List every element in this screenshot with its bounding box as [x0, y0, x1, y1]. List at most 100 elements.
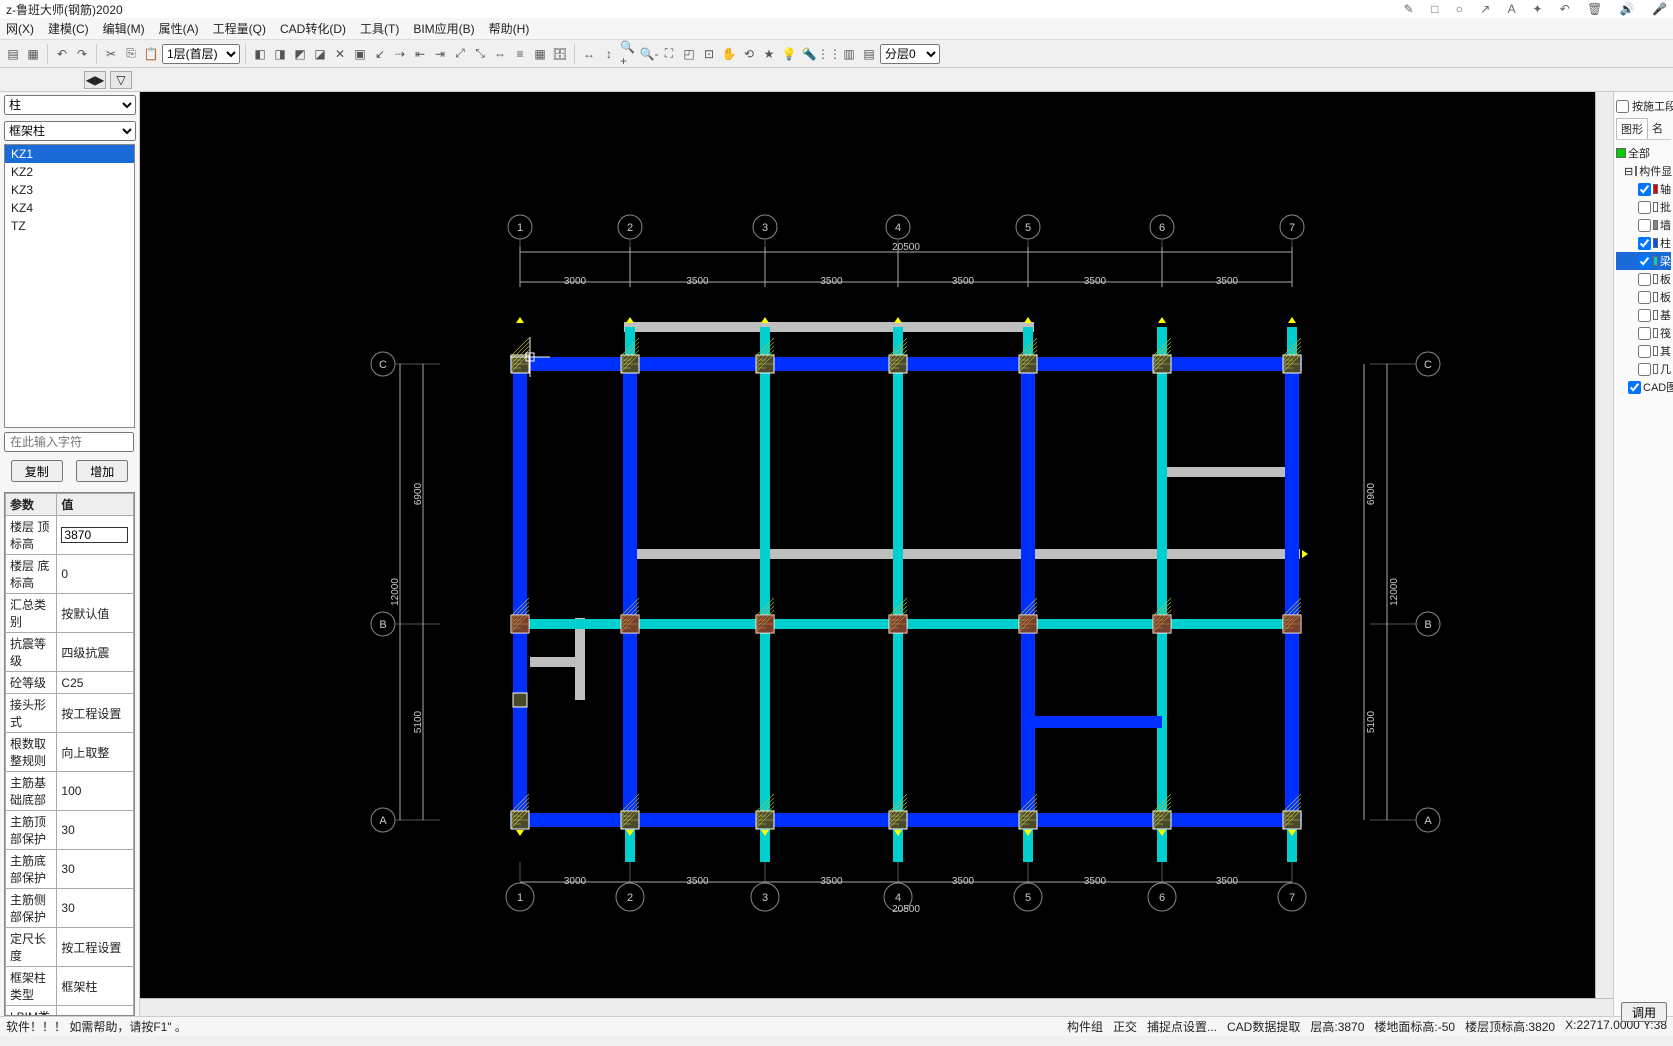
t-c6[interactable]: ▥: [840, 45, 858, 63]
t-a6[interactable]: ▣: [351, 45, 369, 63]
tab-graphic[interactable]: 图形: [1616, 118, 1648, 139]
list-item[interactable]: TZ: [5, 217, 134, 235]
t-c1[interactable]: ⟲: [740, 45, 758, 63]
undo-icon[interactable]: ↶: [1560, 2, 1570, 16]
component-list[interactable]: KZ1KZ2KZ3KZ4TZ: [4, 144, 135, 428]
t-a4[interactable]: ◪: [311, 45, 329, 63]
layer-checkbox[interactable]: [1638, 273, 1651, 286]
layer-label[interactable]: 梁: [1660, 253, 1671, 269]
layer-checkbox[interactable]: [1638, 183, 1651, 196]
prop-value[interactable]: 向上取整: [57, 733, 134, 772]
prop-value[interactable]: C25: [57, 672, 134, 694]
tool-3[interactable]: ↶: [53, 45, 71, 63]
t-zoom-ext[interactable]: ⊡: [700, 45, 718, 63]
t-a13[interactable]: ⇔: [491, 45, 509, 63]
prop-value[interactable]: 30: [57, 811, 134, 850]
layer-label[interactable]: 墙: [1660, 217, 1671, 233]
layer-label[interactable]: 板: [1660, 271, 1671, 287]
tool-2[interactable]: ▦: [24, 45, 42, 63]
t-zoom-out[interactable]: 🔍-: [640, 45, 658, 63]
arrow-icon[interactable]: ↗: [1480, 2, 1490, 16]
drawing-canvas[interactable]: 11223344556677AABBCC20500300035003500350…: [140, 92, 1613, 1016]
menu-item[interactable]: 属性(A): [159, 20, 199, 37]
t-a8[interactable]: ⇢: [391, 45, 409, 63]
stage-checkbox[interactable]: [1616, 100, 1629, 113]
filter-input[interactable]: [4, 432, 134, 452]
tool-4[interactable]: ↷: [73, 45, 91, 63]
tree-root[interactable]: 全部: [1628, 145, 1650, 161]
layer-checkbox[interactable]: [1638, 237, 1651, 250]
list-item[interactable]: KZ3: [5, 181, 134, 199]
t-c4[interactable]: 🔦: [800, 45, 818, 63]
prop-value[interactable]: 按工程设置: [57, 928, 134, 967]
text-icon[interactable]: A: [1508, 2, 1515, 16]
layer-checkbox[interactable]: [1638, 201, 1651, 214]
layer-label[interactable]: 几: [1660, 361, 1671, 377]
prop-value[interactable]: 30: [57, 889, 134, 928]
sound-icon[interactable]: 🔊: [1620, 2, 1635, 16]
t-a16[interactable]: 🗄: [551, 45, 569, 63]
tool-cut[interactable]: ✂: [102, 45, 120, 63]
property-grid[interactable]: 参数值 楼层 顶标高楼层 底标高0汇总类别按默认值抗震等级四级抗震砼等级C25接…: [4, 492, 135, 1016]
layer-label[interactable]: 轴: [1660, 181, 1671, 197]
menu-item[interactable]: CAD转化(D): [280, 20, 346, 37]
t-a9[interactable]: ⇤: [411, 45, 429, 63]
prop-value[interactable]: 按工程设置: [57, 694, 134, 733]
horizontal-scrollbar[interactable]: [140, 998, 1613, 1016]
status-cell[interactable]: CAD数据提取: [1227, 1018, 1300, 1035]
t-a7[interactable]: ↙: [371, 45, 389, 63]
layer-checkbox[interactable]: [1638, 327, 1651, 340]
t-c5[interactable]: ⋮⋮: [820, 45, 838, 63]
menu-item[interactable]: 帮助(H): [489, 20, 530, 37]
t-a14[interactable]: ≡: [511, 45, 529, 63]
list-item[interactable]: KZ2: [5, 163, 134, 181]
tool-1[interactable]: ▤: [4, 45, 22, 63]
prop-value[interactable]: 框架柱: [57, 967, 134, 1006]
t-zoom-win[interactable]: ◰: [680, 45, 698, 63]
status-cell[interactable]: 层高:3870: [1310, 1018, 1364, 1035]
delete-icon[interactable]: 🗑: [1587, 2, 1602, 16]
prop-value-input[interactable]: [61, 527, 127, 543]
t-a12[interactable]: ⤡: [471, 45, 489, 63]
menu-item[interactable]: 编辑(M): [103, 20, 145, 37]
t-c3[interactable]: 💡: [780, 45, 798, 63]
layer-label[interactable]: 板: [1660, 289, 1671, 305]
layer-select[interactable]: 分层0: [880, 44, 940, 64]
t-zoom-fit[interactable]: ⛶: [660, 45, 678, 63]
status-cell[interactable]: 构件组: [1067, 1018, 1103, 1035]
t-pan[interactable]: ✋: [720, 45, 738, 63]
tab-name[interactable]: 名: [1648, 118, 1667, 139]
menu-item[interactable]: 网(X): [6, 20, 34, 37]
copy-button[interactable]: 复制: [11, 460, 63, 482]
prop-value[interactable]: [57, 516, 134, 555]
mic-icon[interactable]: 🎤: [1652, 2, 1667, 16]
category-select[interactable]: 柱: [4, 95, 136, 115]
layer-checkbox[interactable]: [1638, 345, 1651, 358]
tree-comp[interactable]: 构件显: [1639, 163, 1672, 179]
t-c7[interactable]: ▤: [860, 45, 878, 63]
t-zoom-in[interactable]: 🔍+: [620, 45, 638, 63]
floor-select[interactable]: 1层(首层): [162, 44, 240, 64]
t-a10[interactable]: ⇥: [431, 45, 449, 63]
status-cell[interactable]: 正交: [1113, 1018, 1137, 1035]
status-cell[interactable]: 楼地面标高:-50: [1374, 1018, 1455, 1035]
square-icon[interactable]: □: [1431, 2, 1438, 16]
t-a5[interactable]: ✕: [331, 45, 349, 63]
tool-copy[interactable]: ⎘: [122, 45, 140, 63]
t-a3[interactable]: ◩: [291, 45, 309, 63]
toggle-filter[interactable]: ▽: [110, 71, 132, 89]
menu-item[interactable]: BIM应用(B): [413, 20, 474, 37]
layer-label[interactable]: CAD图: [1643, 379, 1673, 395]
menu-item[interactable]: 工程量(Q): [213, 20, 266, 37]
layer-label[interactable]: 其: [1660, 343, 1671, 359]
add-button[interactable]: 增加: [76, 460, 128, 482]
layer-tree[interactable]: 全部 ⊟构件显 轴批墙柱梁板板基筏其几CAD图: [1616, 144, 1671, 396]
vertical-scrollbar[interactable]: [1595, 92, 1613, 998]
t-a15[interactable]: ▦: [531, 45, 549, 63]
t-a1[interactable]: ◧: [251, 45, 269, 63]
menu-item[interactable]: 建模(C): [48, 20, 89, 37]
circle-icon[interactable]: ○: [1456, 2, 1463, 16]
t-b2[interactable]: ↕: [600, 45, 618, 63]
t-a11[interactable]: ⤢: [451, 45, 469, 63]
layer-checkbox[interactable]: [1628, 381, 1641, 394]
